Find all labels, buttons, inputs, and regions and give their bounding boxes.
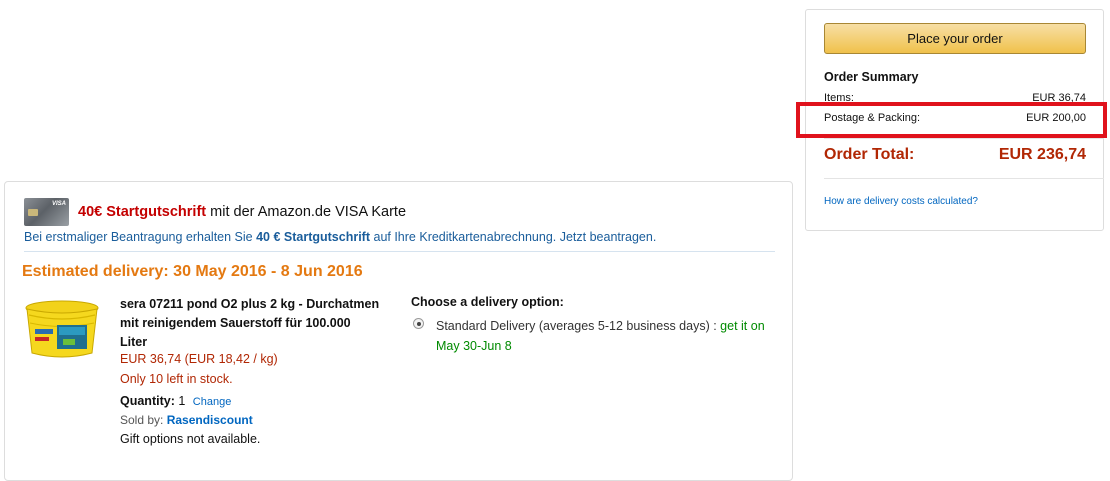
quantity-label: Quantity: — [120, 394, 175, 408]
product-price: EUR 36,74 (EUR 18,42 / kg) — [120, 352, 278, 366]
gift-options-note: Gift options not available. — [120, 432, 261, 446]
quantity-row: Quantity: 1 Change — [120, 394, 231, 408]
summary-divider — [824, 178, 1104, 179]
seller-link[interactable]: Rasendiscount — [167, 413, 253, 427]
unit-price: (EUR 18,42 / kg) — [181, 352, 278, 366]
promo-subtext-link[interactable]: Bei erstmaliger Beantragung erhalten Sie… — [24, 230, 656, 244]
promo-title[interactable]: 40€ Startgutschrift mit der Amazon.de VI… — [78, 204, 406, 220]
order-total-row: Order Total: EUR 236,74 — [824, 146, 1086, 164]
promo-title-rest: mit der Amazon.de VISA Karte — [206, 204, 407, 220]
postage-highlight-box — [796, 102, 1107, 138]
stock-status: Only 10 left in stock. — [120, 372, 233, 386]
change-quantity-link[interactable]: Change — [193, 396, 232, 408]
shipment-box: VISA 40€ Startgutschrift mit der Amazon.… — [4, 181, 793, 481]
standard-delivery-option[interactable]: Standard Delivery (averages 5-12 busines… — [436, 316, 776, 356]
card-chip — [28, 209, 38, 216]
product-image[interactable] — [23, 299, 101, 361]
delivery-option-heading: Choose a delivery option: — [411, 295, 564, 309]
card-brand-label: VISA — [51, 201, 66, 207]
estimated-delivery-heading: Estimated delivery: 30 May 2016 - 8 Jun … — [22, 263, 363, 280]
promo-divider — [24, 251, 775, 252]
standard-delivery-radio[interactable] — [413, 318, 424, 329]
order-total-label: Order Total: — [824, 146, 915, 163]
delivery-option-label: Standard Delivery (averages 5-12 busines… — [436, 319, 710, 333]
promo-sub-bold: 40 € Startgutschrift — [256, 230, 371, 244]
promo-sub-prefix: Bei erstmaliger Beantragung erhalten Sie — [24, 230, 257, 244]
delivery-option-separator: : — [709, 319, 721, 333]
credit-card-icon[interactable]: VISA — [24, 198, 69, 226]
delivery-costs-link[interactable]: How are delivery costs calculated? — [824, 196, 978, 207]
sold-by-row: Sold by: Rasendiscount — [120, 413, 253, 427]
price-value: EUR 36,74 — [120, 352, 182, 366]
order-total-value: EUR 236,74 — [998, 146, 1086, 163]
sold-by-label: Sold by: — [120, 413, 167, 427]
promo-amount: 40€ Startgutschrift — [78, 204, 207, 220]
summary-divider — [824, 138, 1104, 139]
place-order-button[interactable]: Place your order — [824, 23, 1086, 54]
promo-sub-suffix: auf Ihre Kreditkartenabrechnung. Jetzt b… — [370, 230, 657, 244]
order-summary-title: Order Summary — [824, 70, 919, 84]
product-title-link[interactable]: sera 07211 pond O2 plus 2 kg - Durchatme… — [120, 295, 380, 352]
quantity-value: 1 — [174, 394, 186, 408]
